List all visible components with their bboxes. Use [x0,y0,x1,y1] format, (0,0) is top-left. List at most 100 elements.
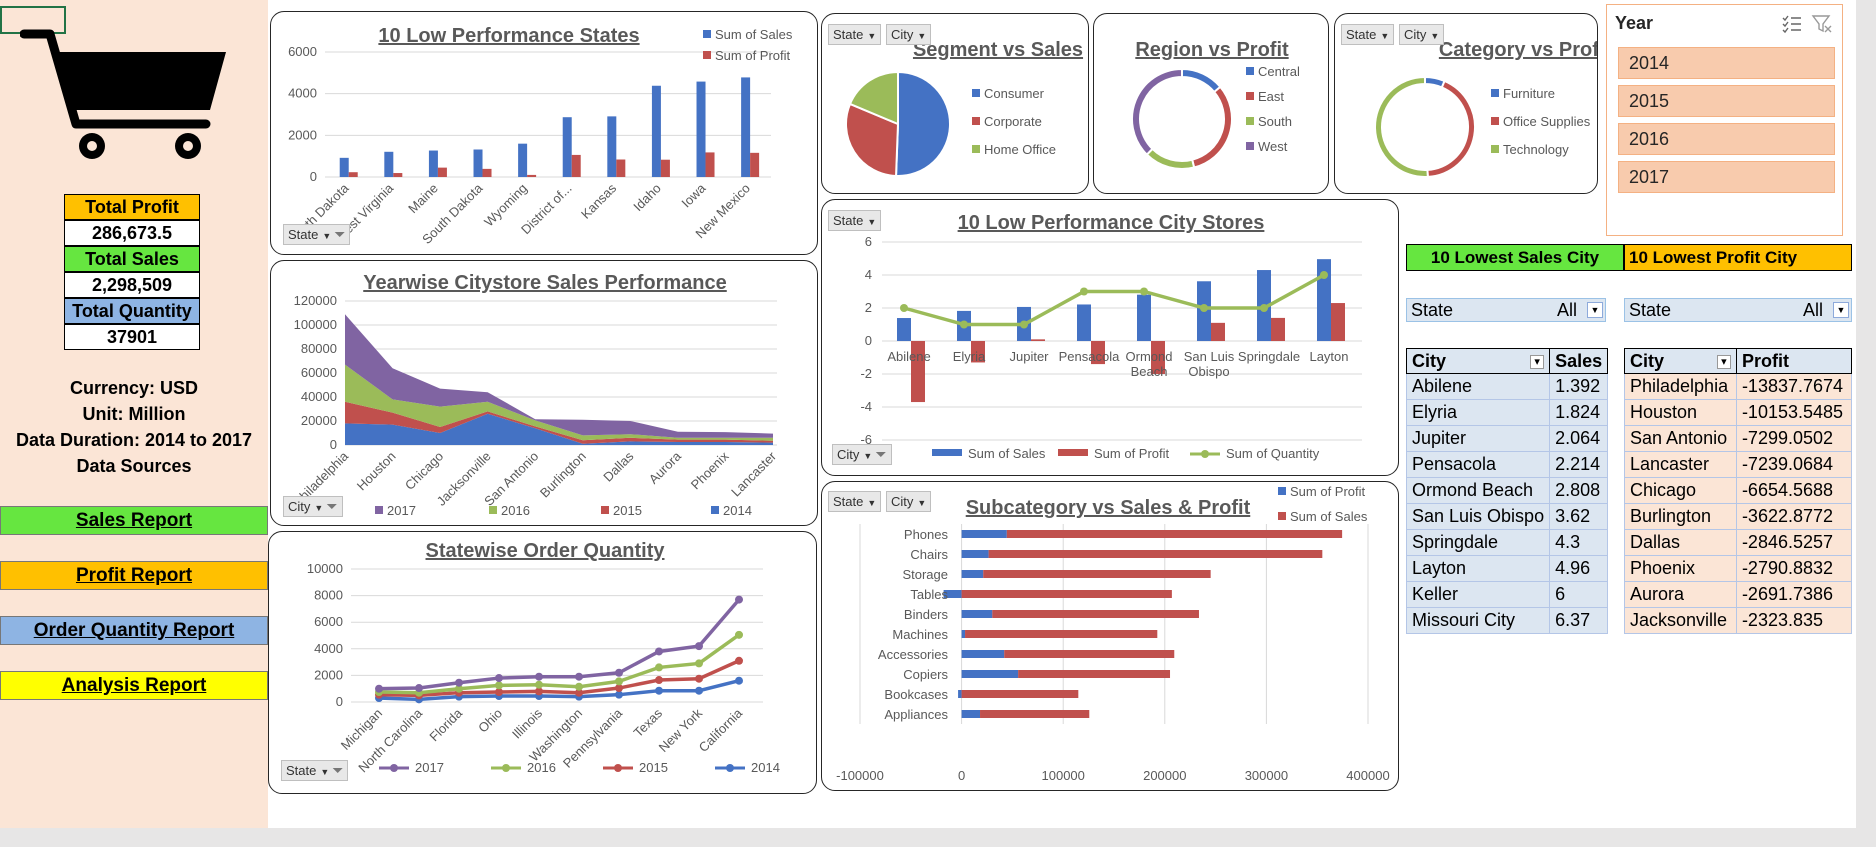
pie-slice [895,70,951,177]
worksheet-area: Total Profit 286,673.5 Total Sales 2,298,50… [0,0,1856,828]
column-filter-icon[interactable]: ▾ [1530,354,1545,369]
dashboard-page: Total Profit 286,673.5 Total Sales 2,298,50… [0,0,1876,847]
y-tick-label: 60000 [301,365,337,380]
city-filter-button[interactable]: City ▼ [886,491,932,512]
y-tick-label: 120000 [294,293,337,308]
city-cell: Houston [1624,399,1737,426]
lowest-profit-state-filter[interactable]: State All ▼ [1624,298,1852,322]
lowest-profit-title: 10 Lowest Profit City [1624,244,1852,271]
state-filter-button[interactable]: State ▼ [828,491,882,512]
city-filter-button[interactable]: City ▼ ⏷ [283,496,343,517]
line-marker [1320,271,1328,279]
value-cell: -2691.7386 [1735,581,1853,608]
state-filter-button[interactable]: State ▼ ⏷ [281,760,349,781]
kpi-label: Total Profit [64,194,200,220]
legend-label: Furniture [1503,86,1555,101]
left-panel: Total Profit 286,673.5 Total Sales 2,298,50… [0,0,268,828]
city-filter-button[interactable]: City ▼ [886,24,932,45]
clear-filter-icon[interactable] [1811,14,1833,34]
table-row: San Antonio -7299.0502 [1624,425,1853,452]
lowest-sales-title: 10 Lowest Sales City [1406,244,1624,271]
legend-label: Sum of Quantity [1226,446,1320,461]
nav-link-profit-report[interactable]: Profit Report [0,561,268,590]
dropdown-arrow-icon[interactable]: ▼ [1587,302,1603,318]
y-tick-label: -4 [860,399,872,414]
nav-link-order-quantity-report[interactable]: Order Quantity Report [0,616,268,645]
legend-label: South [1258,114,1292,129]
slicer-item[interactable]: 2016 [1618,123,1835,155]
table-row: Keller 6 [1405,581,1609,608]
y-tick-label: 20000 [301,413,337,428]
x-tick-label: Lancaster [728,448,779,499]
city-cell: Elyria [1405,399,1551,426]
legend-label: West [1258,139,1288,154]
dropdown-arrow-icon: ▼ [1430,31,1440,41]
pie-slice [1145,147,1196,170]
bar [384,151,394,177]
column-filter-icon[interactable]: ▾ [1716,354,1731,369]
slicer-item[interactable]: 2017 [1618,161,1835,193]
info-line: Data Sources [76,456,192,476]
subcategory-chart: Subcategory vs Sales & Profit -100000 0 100… [836,484,1390,783]
y-tick-label: 80000 [301,341,337,356]
x-tick-label: 100000 [1042,768,1085,783]
year-slicer: Year 2014 2015 2016 2017 [1606,4,1843,236]
dropdown-arrow-icon: ▼ [1380,31,1390,41]
city-cell: Springdale [1405,529,1551,556]
city-cell: Chicago [1624,477,1737,504]
slicer-item[interactable]: 2014 [1618,47,1835,79]
low-city-chart: 10 Low Performance City Stores-6-4-20246… [860,212,1362,461]
category-profit-chart-panel: Category vs Profit Furniture Office Suppli… [1334,13,1598,194]
bar [518,143,528,177]
y-tick-label: 100000 [294,317,337,332]
x-tick-label: Layton [1309,349,1348,364]
table-row: Jupiter 2.064 [1405,425,1609,452]
city-filter-button[interactable]: City ▼ ⏷ [832,444,892,465]
x-tick-label: Ohio [475,706,505,736]
city-filter-label: City [837,447,860,462]
y-tick-label: 10000 [307,561,343,576]
y-tick-label: Chairs [910,547,948,562]
chart-title: Yearwise Citystore Sales Performance [363,272,727,294]
state-filter-button[interactable]: State ▼ [828,24,882,45]
city-filter-button[interactable]: City ▼ [1399,24,1445,45]
column-header[interactable]: City ▾ [1405,348,1551,374]
state-filter-button[interactable]: State ▼ [1341,24,1395,45]
legend-label: Technology [1503,142,1569,157]
bar [983,570,1211,578]
line-marker [735,656,743,665]
legend-label: 2014 [751,760,780,775]
x-tick-label: Idaho [630,181,664,215]
nav-link-analysis-report[interactable]: Analysis Report [0,671,268,700]
y-tick-label: Phones [904,527,949,542]
x-tick-label: San Luis [1184,349,1235,364]
bar [348,172,358,177]
table-header-row: City ▾ Profit [1624,348,1853,374]
column-header[interactable]: City ▾ [1624,348,1737,374]
value-cell: 4.96 [1549,555,1609,582]
state-filter-button[interactable]: State ▼ [828,210,882,231]
bar [741,77,751,177]
value-cell: 6 [1549,581,1609,608]
legend-swatch [703,51,711,59]
city-cell: Phoenix [1624,555,1737,582]
city-filter-label: City [891,27,914,42]
bar [428,150,438,177]
funnel-icon: ⏷ [875,446,887,462]
lowest-sales-state-filter[interactable]: State All ▼ [1406,298,1606,322]
x-tick-label: Maine [405,181,441,217]
value-cell: 1.824 [1549,399,1609,426]
line-marker [655,686,663,695]
bar [393,173,403,177]
line-marker [575,672,583,681]
bar [958,690,962,698]
slicer-item[interactable]: 2015 [1618,85,1835,117]
city-cell: Lancaster [1624,451,1737,478]
legend-label: 2017 [415,760,444,775]
nav-link-sales-report[interactable]: Sales Report [0,506,268,535]
multi-select-icon[interactable] [1781,14,1803,34]
dropdown-arrow-icon[interactable]: ▼ [1833,302,1849,318]
dropdown-arrow-icon: ▼ [320,767,330,777]
state-filter-button[interactable]: State ▼ ⏷ [283,224,351,245]
bar [988,550,1323,558]
